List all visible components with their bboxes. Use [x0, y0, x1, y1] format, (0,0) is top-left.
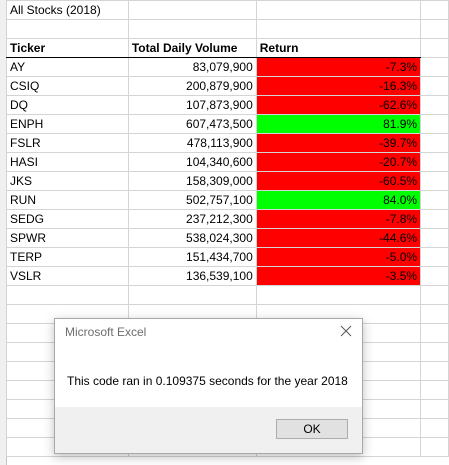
empty-cell[interactable] — [420, 209, 449, 229]
table-row: CSIQ 200,879,900 -16.3% — [6, 76, 449, 96]
table-row: FSLR 478,113,900 -39.7% — [6, 133, 449, 153]
empty-cell[interactable] — [127, 0, 257, 20]
table-row: VSLR 136,539,100 -3.5% — [6, 266, 449, 286]
table-row: RUN 502,757,100 84.0% — [6, 190, 449, 210]
table-row: AY 83,079,900 -7.3% — [6, 57, 449, 77]
volume-cell[interactable]: 104,340,600 — [127, 152, 257, 172]
table-row: SPWR 538,024,300 -44.6% — [6, 228, 449, 248]
return-cell[interactable]: 81.9% — [255, 114, 422, 134]
empty-cell[interactable] — [420, 247, 449, 267]
empty-cell[interactable] — [127, 285, 257, 305]
empty-cell[interactable] — [420, 95, 449, 115]
ticker-cell[interactable]: TERP — [6, 247, 129, 267]
return-cell[interactable]: -7.8% — [255, 209, 422, 229]
return-cell[interactable]: -20.7% — [255, 152, 422, 172]
volume-cell[interactable]: 478,113,900 — [127, 133, 257, 153]
dialog-message: This code ran in 0.109375 seconds for th… — [67, 374, 348, 388]
empty-cell[interactable] — [6, 19, 129, 39]
ticker-header[interactable]: Ticker — [6, 38, 129, 58]
return-cell[interactable]: -16.3% — [255, 76, 422, 96]
volume-cell[interactable]: 502,757,100 — [127, 190, 257, 210]
empty-cell[interactable] — [420, 323, 449, 343]
volume-cell[interactable]: 538,024,300 — [127, 228, 257, 248]
return-cell[interactable]: 84.0% — [255, 190, 422, 210]
empty-cell[interactable] — [255, 0, 422, 20]
empty-cell[interactable] — [420, 0, 449, 20]
volume-cell[interactable]: 237,212,300 — [127, 209, 257, 229]
return-cell[interactable]: -3.5% — [255, 266, 422, 286]
volume-cell[interactable]: 158,309,000 — [127, 171, 257, 191]
empty-cell[interactable] — [255, 285, 422, 305]
table-row: JKS 158,309,000 -60.5% — [6, 171, 449, 191]
empty-cell[interactable] — [255, 19, 422, 39]
empty-cell[interactable] — [420, 152, 449, 172]
volume-cell[interactable]: 136,539,100 — [127, 266, 257, 286]
empty-cell[interactable] — [420, 114, 449, 134]
empty-cell[interactable] — [420, 361, 449, 381]
dialog-footer: OK — [55, 407, 362, 453]
ticker-cell[interactable]: AY — [6, 57, 129, 77]
title-row: All Stocks (2018) — [6, 0, 449, 20]
ticker-cell[interactable]: CSIQ — [6, 76, 129, 96]
empty-cell[interactable] — [420, 437, 449, 457]
volume-cell[interactable]: 83,079,900 — [127, 57, 257, 77]
empty-cell[interactable] — [420, 285, 449, 305]
return-cell[interactable]: -60.5% — [255, 171, 422, 191]
table-row: ENPH 607,473,500 81.9% — [6, 114, 449, 134]
return-header[interactable]: Return — [255, 38, 422, 58]
blank-row — [6, 285, 449, 305]
close-icon[interactable] — [336, 321, 356, 341]
message-dialog: Microsoft Excel This code ran in 0.10937… — [54, 318, 363, 454]
empty-cell[interactable] — [420, 399, 449, 419]
ticker-cell[interactable]: DQ — [6, 95, 129, 115]
empty-cell[interactable] — [420, 380, 449, 400]
return-cell[interactable]: -7.3% — [255, 57, 422, 77]
ticker-cell[interactable]: FSLR — [6, 133, 129, 153]
empty-cell[interactable] — [420, 133, 449, 153]
empty-cell[interactable] — [420, 228, 449, 248]
sheet-title-cell[interactable]: All Stocks (2018) — [6, 0, 129, 20]
table-row: HASI 104,340,600 -20.7% — [6, 152, 449, 172]
volume-header[interactable]: Total Daily Volume — [127, 38, 257, 58]
return-cell[interactable]: -5.0% — [255, 247, 422, 267]
blank-row — [6, 19, 449, 39]
table-row: SEDG 237,212,300 -7.8% — [6, 209, 449, 229]
empty-cell[interactable] — [127, 19, 257, 39]
empty-cell[interactable] — [6, 285, 129, 305]
ticker-cell[interactable]: JKS — [6, 171, 129, 191]
empty-cell[interactable] — [420, 38, 449, 58]
empty-cell[interactable] — [420, 190, 449, 210]
ticker-cell[interactable]: HASI — [6, 152, 129, 172]
empty-cell[interactable] — [420, 418, 449, 438]
empty-cell[interactable] — [420, 57, 449, 77]
ticker-cell[interactable]: ENPH — [6, 114, 129, 134]
empty-cell[interactable] — [420, 304, 449, 324]
empty-cell[interactable] — [420, 342, 449, 362]
ticker-cell[interactable]: SEDG — [6, 209, 129, 229]
return-cell[interactable]: -44.6% — [255, 228, 422, 248]
ticker-cell[interactable]: RUN — [6, 190, 129, 210]
header-row: Ticker Total Daily Volume Return — [6, 38, 449, 58]
table-row: DQ 107,873,900 -62.6% — [6, 95, 449, 115]
ok-button[interactable]: OK — [276, 419, 348, 439]
volume-cell[interactable]: 151,434,700 — [127, 247, 257, 267]
empty-cell[interactable] — [420, 19, 449, 39]
volume-cell[interactable]: 200,879,900 — [127, 76, 257, 96]
volume-cell[interactable]: 107,873,900 — [127, 95, 257, 115]
empty-cell[interactable] — [420, 76, 449, 96]
empty-cell[interactable] — [420, 266, 449, 286]
empty-cell[interactable] — [420, 171, 449, 191]
return-cell[interactable]: -39.7% — [255, 133, 422, 153]
volume-cell[interactable]: 607,473,500 — [127, 114, 257, 134]
return-cell[interactable]: -62.6% — [255, 95, 422, 115]
dialog-title: Microsoft Excel — [65, 325, 147, 339]
ticker-cell[interactable]: VSLR — [6, 266, 129, 286]
table-row: TERP 151,434,700 -5.0% — [6, 247, 449, 267]
ticker-cell[interactable]: SPWR — [6, 228, 129, 248]
